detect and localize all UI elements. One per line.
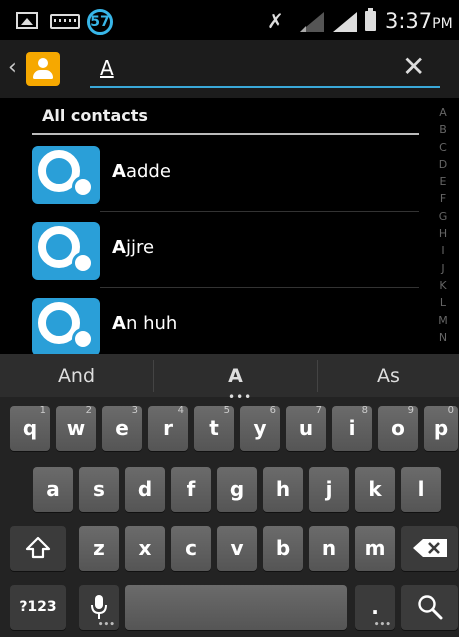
index-letter[interactable]: K <box>434 277 452 294</box>
key-c[interactable]: c <box>171 526 211 571</box>
shift-key[interactable] <box>10 526 66 571</box>
suggestion-center[interactable]: A <box>154 365 317 387</box>
key-x[interactable]: x <box>125 526 165 571</box>
contact-avatar-icon <box>32 298 100 354</box>
signal-1-icon <box>300 12 324 32</box>
clock-time: 3:37 <box>385 9 433 33</box>
key-h[interactable]: h <box>263 467 303 512</box>
clock: 3:37PM <box>385 9 453 33</box>
backspace-key[interactable] <box>401 526 458 571</box>
section-title: All contacts <box>42 106 148 125</box>
alphabet-index[interactable]: A B C D E F G H I J K L M N <box>434 104 452 346</box>
key-s[interactable]: s <box>79 467 119 512</box>
contact-row[interactable]: Ajjre <box>32 212 419 288</box>
contact-row[interactable]: Aadde <box>32 136 419 212</box>
space-key[interactable] <box>125 585 347 630</box>
key-t[interactable]: 5t <box>194 405 234 451</box>
more-suggestions-dots-icon: ••• <box>228 390 253 404</box>
key-m[interactable]: m <box>355 526 395 571</box>
shift-arrow-icon <box>25 536 51 559</box>
index-letter[interactable]: I <box>434 242 452 259</box>
contact-name: An huh <box>112 313 178 334</box>
more-options-dots-icon: ••• <box>97 620 115 630</box>
key-p[interactable]: 0p <box>424 405 458 451</box>
notification-count-badge: 57 <box>87 9 113 35</box>
key-a[interactable]: a <box>33 467 73 512</box>
index-letter[interactable]: G <box>434 208 452 225</box>
index-letter[interactable]: N <box>434 329 452 346</box>
key-e[interactable]: 3e <box>102 405 142 451</box>
index-letter[interactable]: A <box>434 104 452 121</box>
key-l[interactable]: l <box>401 467 441 512</box>
contact-list[interactable]: All contacts Aadde Ajjre An huh A B C D … <box>0 98 459 354</box>
period-key[interactable]: . ••• <box>355 585 395 630</box>
more-punctuation-dots-icon: ••• <box>373 620 391 630</box>
key-g[interactable]: g <box>217 467 257 512</box>
search-key[interactable] <box>401 585 458 630</box>
mute-icon: ✗ <box>267 9 284 33</box>
key-i[interactable]: 8i <box>332 405 372 451</box>
soft-keyboard: And A ••• As 1q 2w 3e 4r 5t 6y 7u 8i 9o … <box>0 354 459 637</box>
index-letter[interactable]: C <box>434 139 452 156</box>
key-b[interactable]: b <box>263 526 303 571</box>
suggestion-left[interactable]: And <box>0 365 153 387</box>
contact-row[interactable]: An huh <box>32 288 419 354</box>
key-o[interactable]: 9o <box>378 405 418 451</box>
key-n[interactable]: n <box>309 526 349 571</box>
voice-input-key[interactable]: ••• <box>79 585 119 630</box>
key-r[interactable]: 4r <box>148 405 188 451</box>
battery-icon <box>365 8 376 31</box>
back-chevron-icon[interactable]: ‹ <box>8 55 17 80</box>
index-letter[interactable]: L <box>434 294 452 311</box>
key-u[interactable]: 7u <box>286 405 326 451</box>
symbols-key[interactable]: ?123 <box>10 585 66 630</box>
key-y[interactable]: 6y <box>240 405 280 451</box>
contacts-app-icon-body <box>33 70 53 79</box>
search-input[interactable] <box>90 50 440 88</box>
index-letter[interactable]: H <box>434 225 452 242</box>
contact-avatar-icon <box>32 146 100 204</box>
signal-2-icon <box>333 12 357 32</box>
contact-avatar-icon <box>32 222 100 280</box>
index-letter[interactable]: F <box>434 190 452 207</box>
status-bar: 57 ✗ 3:37PM <box>0 0 459 40</box>
contacts-app-icon[interactable] <box>26 52 60 86</box>
index-letter[interactable]: D <box>434 156 452 173</box>
search-icon <box>417 595 442 620</box>
suggestion-right[interactable]: As <box>318 365 459 387</box>
image-notification-icon <box>16 12 38 29</box>
key-v[interactable]: v <box>217 526 257 571</box>
key-d[interactable]: d <box>125 467 165 512</box>
key-f[interactable]: f <box>171 467 211 512</box>
index-letter[interactable]: M <box>434 312 452 329</box>
key-z[interactable]: z <box>79 526 119 571</box>
suggestion-strip: And A ••• As <box>0 354 459 404</box>
keyboard-notification-icon <box>50 14 80 29</box>
contacts-app-icon-head <box>38 58 48 68</box>
clock-ampm: PM <box>432 16 453 32</box>
section-divider <box>32 133 419 135</box>
key-j[interactable]: j <box>309 467 349 512</box>
key-q[interactable]: 1q <box>10 405 50 451</box>
key-k[interactable]: k <box>355 467 395 512</box>
key-w[interactable]: 2w <box>56 405 96 451</box>
index-letter[interactable]: B <box>434 121 452 138</box>
microphone-icon <box>91 595 107 619</box>
index-letter[interactable]: J <box>434 260 452 277</box>
backspace-icon <box>412 539 447 557</box>
clear-search-icon[interactable]: ✕ <box>402 50 425 84</box>
contact-name: Ajjre <box>112 237 155 258</box>
search-action-bar: ‹ ✕ <box>0 40 459 98</box>
contact-name: Aadde <box>112 161 171 182</box>
index-letter[interactable]: E <box>434 173 452 190</box>
